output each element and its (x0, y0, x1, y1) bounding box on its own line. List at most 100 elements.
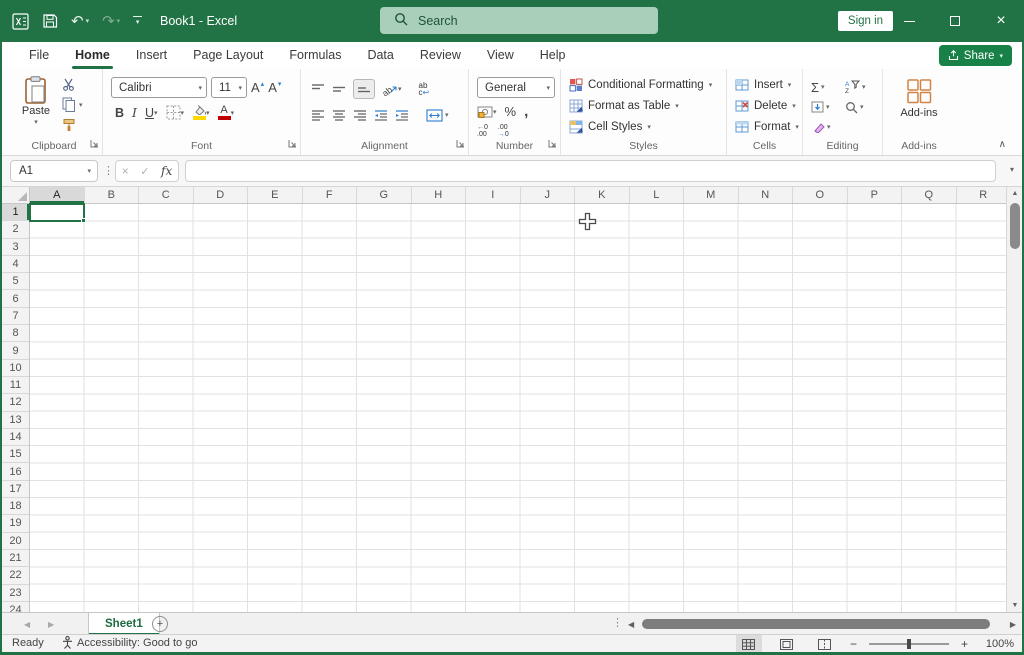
wrap-text-button[interactable]: ab c↩ (419, 82, 430, 97)
fill-color-button[interactable]: ▾ (192, 105, 210, 120)
page-layout-view-button[interactable] (774, 635, 800, 653)
column-header-k[interactable]: K (575, 187, 630, 203)
align-left-button[interactable] (311, 109, 325, 121)
row-header-17[interactable]: 17 (2, 481, 29, 499)
search-box[interactable]: Search (380, 7, 658, 34)
zoom-in-button[interactable]: + (961, 637, 968, 651)
row-header-15[interactable]: 15 (2, 446, 29, 464)
row-header-13[interactable]: 13 (2, 412, 29, 429)
maximize-button[interactable] (932, 0, 978, 42)
cell-styles-button[interactable]: Cell Styles ▾ (561, 116, 726, 137)
column-header-l[interactable]: L (630, 187, 684, 203)
tab-home[interactable]: Home (62, 42, 123, 69)
row-header-10[interactable]: 10 (2, 360, 29, 377)
name-box[interactable]: A1 ▾ (10, 160, 98, 182)
accessibility-status[interactable]: Accessibility: Good to go (62, 636, 197, 649)
row-header-16[interactable]: 16 (2, 463, 29, 481)
middle-align-button[interactable] (332, 83, 346, 95)
row-header-2[interactable]: 2 (2, 221, 29, 239)
zoom-level[interactable]: 100% (980, 638, 1014, 650)
merge-and-center-button[interactable]: ▾ (426, 108, 449, 122)
sheet-tab-sheet1[interactable]: Sheet1 (88, 613, 160, 635)
zoom-slider-thumb[interactable] (906, 639, 911, 649)
row-header-6[interactable]: 6 (2, 290, 29, 308)
font-color-button[interactable]: A ▾ (217, 105, 234, 120)
copy-dropdown-icon[interactable]: ▾ (79, 101, 83, 109)
expand-formula-bar-icon[interactable]: ▾ (1010, 165, 1014, 174)
decrease-indent-button[interactable] (374, 109, 388, 121)
vertical-scroll-thumb[interactable] (1010, 203, 1020, 249)
column-header-m[interactable]: M (684, 187, 739, 203)
fill-handle[interactable] (81, 218, 86, 223)
find-select-button[interactable]: ▾ (845, 97, 879, 117)
bold-button[interactable]: B (115, 106, 124, 120)
underline-button[interactable]: U ▾ (145, 106, 158, 120)
selected-cell-a1[interactable] (29, 203, 86, 223)
name-box-grip[interactable]: ⋮ (103, 164, 114, 177)
increase-decimal-button[interactable]: ←0.00 (477, 124, 488, 138)
row-header-5[interactable]: 5 (2, 273, 29, 291)
format-painter-button[interactable] (62, 117, 83, 132)
row-header-18[interactable]: 18 (2, 498, 29, 516)
zoom-slider[interactable] (868, 639, 949, 649)
formula-input[interactable] (185, 160, 996, 182)
conditional-formatting-button[interactable]: Conditional Formatting ▾ (561, 74, 726, 95)
sort-filter-button[interactable]: AZ ▾ (845, 77, 879, 97)
cut-button[interactable] (62, 77, 83, 92)
center-button[interactable] (332, 109, 346, 121)
format-as-table-button[interactable]: Format as Table ▾ (561, 95, 726, 116)
customize-quick-access-toolbar-button[interactable]: ▾ (133, 16, 143, 26)
select-all-button[interactable] (2, 187, 30, 204)
column-header-q[interactable]: Q (902, 187, 957, 203)
previous-sheet-icon[interactable]: ◀ (24, 613, 30, 635)
tab-review[interactable]: Review (407, 42, 474, 69)
column-header-g[interactable]: G (357, 187, 412, 203)
orientation-button[interactable]: ab ▾ (382, 83, 402, 95)
row-header-4[interactable]: 4 (2, 256, 29, 274)
collapse-ribbon-button[interactable]: ∧ (999, 139, 1006, 150)
column-header-e[interactable]: E (248, 187, 303, 203)
autosum-button[interactable]: Σ ▾ (811, 77, 845, 97)
delete-cells-button[interactable]: Delete ▾ (727, 95, 802, 116)
normal-view-button[interactable] (735, 635, 762, 653)
column-header-n[interactable]: N (739, 187, 793, 203)
paste-button[interactable]: Paste ▾ (16, 74, 56, 139)
vertical-scrollbar[interactable]: ▲ ▼ (1006, 187, 1022, 612)
horizontal-scrollbar[interactable]: ◀ ▶ (628, 613, 1016, 635)
column-header-b[interactable]: B (85, 187, 139, 203)
column-header-c[interactable]: C (139, 187, 194, 203)
row-header-22[interactable]: 22 (2, 567, 29, 585)
save-button[interactable] (42, 13, 58, 29)
undo-button[interactable]: ↶ ▾ (71, 12, 89, 30)
tab-insert[interactable]: Insert (123, 42, 180, 69)
scroll-left-icon[interactable]: ◀ (628, 620, 634, 629)
row-header-9[interactable]: 9 (2, 342, 29, 360)
column-header-a[interactable]: A (30, 187, 85, 203)
next-sheet-icon[interactable]: ▶ (48, 613, 54, 635)
row-header-7[interactable]: 7 (2, 308, 29, 326)
close-button[interactable]: × (978, 0, 1024, 42)
alignment-dialog-launcher[interactable] (456, 138, 465, 152)
row-header-8[interactable]: 8 (2, 325, 29, 343)
row-header-20[interactable]: 20 (2, 533, 29, 550)
paste-dropdown-icon[interactable]: ▾ (34, 118, 38, 126)
fill-button[interactable]: ▾ (811, 97, 845, 117)
scroll-right-icon[interactable]: ▶ (1010, 620, 1016, 629)
row-header-14[interactable]: 14 (2, 429, 29, 447)
insert-cells-button[interactable]: Insert ▾ (727, 74, 802, 95)
row-header-1[interactable]: 1 (2, 204, 29, 222)
accounting-format-button[interactable]: ▾ (477, 106, 497, 118)
column-header-d[interactable]: D (194, 187, 248, 203)
minimize-button[interactable] (886, 0, 932, 42)
clear-button[interactable]: ▾ (811, 117, 845, 137)
column-header-p[interactable]: P (848, 187, 902, 203)
number-format-select[interactable]: General ▾ (477, 77, 555, 98)
share-dropdown-icon[interactable]: ▾ (999, 52, 1003, 60)
tab-page-layout[interactable]: Page Layout (180, 42, 276, 69)
tab-view[interactable]: View (474, 42, 527, 69)
row-header-11[interactable]: 11 (2, 377, 29, 395)
tab-formulas[interactable]: Formulas (276, 42, 354, 69)
number-dialog-launcher[interactable] (548, 138, 557, 152)
format-cells-button[interactable]: Format ▾ (727, 116, 802, 137)
italic-button[interactable]: I (132, 105, 137, 120)
